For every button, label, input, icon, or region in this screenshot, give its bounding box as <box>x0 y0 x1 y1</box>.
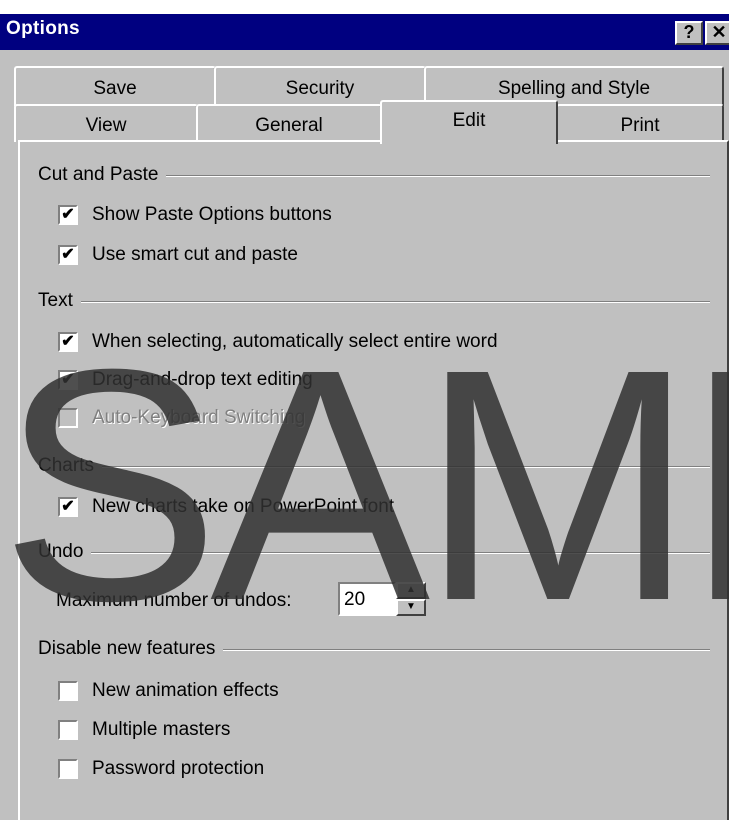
charts-heading: Charts <box>38 455 102 477</box>
cut-paste-group: Cut and Paste <box>38 164 710 186</box>
check-icon[interactable]: ✔ <box>58 332 78 352</box>
checkbox-empty-icon[interactable] <box>58 408 78 428</box>
select-entire-word-label: When selecting, automatically select ent… <box>92 331 498 352</box>
check-icon[interactable]: ✔ <box>58 205 78 225</box>
undo-heading: Undo <box>38 541 92 563</box>
text-heading: Text <box>38 290 81 312</box>
check-icon[interactable]: ✔ <box>58 497 78 517</box>
text-group: Text <box>38 290 710 312</box>
cut-paste-heading: Cut and Paste <box>38 164 167 186</box>
max-undos-input[interactable]: 20 <box>338 582 396 616</box>
checkbox-empty-icon[interactable] <box>58 681 78 701</box>
show-paste-options-label: Show Paste Options buttons <box>92 204 332 225</box>
animation-effects-label: New animation effects <box>92 680 279 701</box>
check-icon[interactable]: ✔ <box>58 245 78 265</box>
checkbox-empty-icon[interactable] <box>58 759 78 779</box>
max-undos-spinner[interactable]: ▲ ▼ <box>396 582 426 616</box>
max-undos-label: Maximum number of undos: <box>56 590 292 611</box>
disable-features-group: Disable new features <box>38 638 710 660</box>
powerpoint-font-label: New charts take on PowerPoint font <box>92 496 395 517</box>
smart-cut-paste-label: Use smart cut and paste <box>92 244 298 265</box>
spin-down-icon[interactable]: ▼ <box>396 599 426 616</box>
auto-keyboard-label: Auto-Keyboard Switching <box>92 407 306 428</box>
check-icon[interactable]: ✔ <box>58 370 78 390</box>
password-protection-label: Password protection <box>92 758 265 779</box>
disable-features-heading: Disable new features <box>38 638 224 660</box>
multiple-masters-label: Multiple masters <box>92 719 231 740</box>
undo-group: Undo <box>38 541 710 563</box>
drag-drop-label: Drag-and-drop text editing <box>92 369 313 390</box>
charts-group: Charts <box>38 455 710 477</box>
checkbox-empty-icon[interactable] <box>58 720 78 740</box>
spin-up-icon[interactable]: ▲ <box>396 582 426 599</box>
